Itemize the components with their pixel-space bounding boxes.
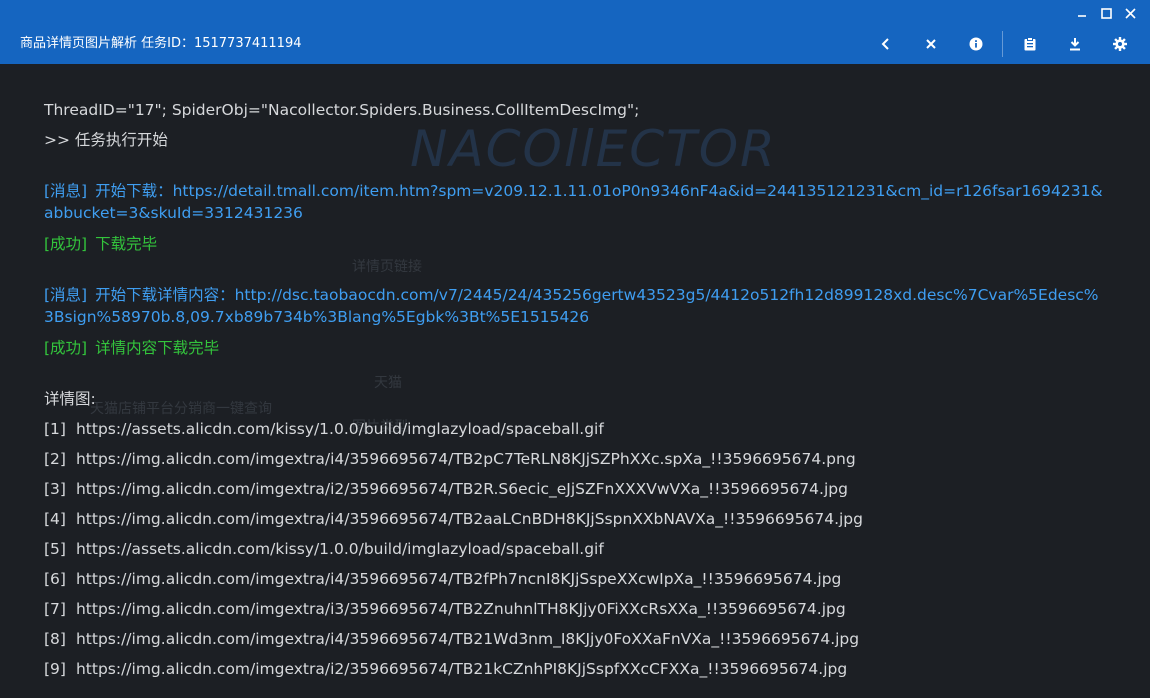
image-list-item[interactable]: [7] https://img.alicdn.com/imgextra/i3/35…	[44, 598, 1106, 620]
clipboard-icon	[1024, 37, 1035, 51]
message-text: 开始下载：https://detail.tmall.com/item.htm?s…	[44, 182, 1103, 222]
image-url[interactable]: https://assets.alicdn.com/kissy/1.0.0/bu…	[76, 420, 604, 438]
image-list-item[interactable]: [3] https://img.alicdn.com/imgextra/i2/35…	[44, 478, 1106, 500]
image-url[interactable]: https://assets.alicdn.com/kissy/1.0.0/bu…	[76, 540, 604, 558]
minimize-icon[interactable]	[1070, 4, 1094, 22]
success-tag: [成功]	[44, 235, 88, 253]
message-tag: [消息]	[44, 286, 88, 304]
image-list-item[interactable]: [8] https://img.alicdn.com/imgextra/i4/35…	[44, 628, 1106, 650]
maximize-icon[interactable]	[1094, 4, 1118, 22]
log-message-download: [消息] 开始下载：https://detail.tmall.com/item.h…	[44, 180, 1106, 224]
image-index: [6]	[44, 570, 66, 588]
image-list-item[interactable]: [2] https://img.alicdn.com/imgextra/i4/35…	[44, 448, 1106, 470]
message-text: 开始下载详情内容：http://dsc.taobaocdn.com/v7/244…	[44, 286, 1099, 326]
window-title: 商品详情页图片解析 任务ID：1517737411194	[20, 36, 302, 51]
image-index: [5]	[44, 540, 66, 558]
image-index: [8]	[44, 630, 66, 648]
task-log: ThreadID="17"; SpiderObj="Nacollector.Sp…	[44, 96, 1106, 680]
toolbar-divider	[1002, 31, 1003, 57]
log-thread-line: ThreadID="17"; SpiderObj="Nacollector.Sp…	[44, 101, 640, 119]
image-url[interactable]: https://img.alicdn.com/imgextra/i2/35966…	[76, 480, 848, 498]
image-url[interactable]: https://img.alicdn.com/imgextra/i4/35966…	[76, 570, 841, 588]
success-tag: [成功]	[44, 339, 88, 357]
download-button[interactable]	[1052, 30, 1097, 58]
download-icon	[1069, 38, 1080, 51]
image-index: [9]	[44, 660, 66, 678]
settings-button[interactable]	[1097, 30, 1142, 58]
info-icon	[969, 37, 982, 51]
image-index: [3]	[44, 480, 66, 498]
success-text: 下载完毕	[95, 235, 158, 253]
image-index: [2]	[44, 450, 66, 468]
success-text: 详情内容下载完毕	[95, 339, 220, 357]
log-start-line: >> 任务执行开始	[44, 131, 168, 149]
image-list-item[interactable]: [5] https://assets.alicdn.com/kissy/1.0.0…	[44, 538, 1106, 560]
message-tag: [消息]	[44, 182, 88, 200]
image-list-item[interactable]: [1] https://assets.alicdn.com/kissy/1.0.0…	[44, 418, 1106, 440]
image-url[interactable]: https://img.alicdn.com/imgextra/i4/35966…	[76, 510, 863, 528]
image-index: [4]	[44, 510, 66, 528]
log-success-download: [成功] 下载完毕	[44, 233, 1106, 255]
back-button[interactable]	[863, 30, 908, 58]
log-success-detail: [成功] 详情内容下载完毕	[44, 337, 1106, 359]
stop-task-button[interactable]	[908, 30, 953, 58]
image-list-item[interactable]: [6] https://img.alicdn.com/imgextra/i4/35…	[44, 568, 1106, 590]
log-message-detail: [消息] 开始下载详情内容：http://dsc.taobaocdn.com/v7…	[44, 284, 1106, 328]
title-bar: 商品详情页图片解析 任务ID：1517737411194	[0, 0, 1150, 64]
detail-images-label: 详情图:	[44, 390, 96, 408]
image-list-item[interactable]: [9] https://img.alicdn.com/imgextra/i2/35…	[44, 658, 1106, 680]
window-controls	[1070, 4, 1142, 22]
window-close-icon[interactable]	[1118, 4, 1142, 22]
image-url[interactable]: https://img.alicdn.com/imgextra/i4/35966…	[76, 630, 859, 648]
toolbar	[863, 30, 1142, 58]
settings-icon	[1112, 37, 1127, 51]
chevron-left-icon	[881, 38, 889, 50]
image-url[interactable]: https://img.alicdn.com/imgextra/i2/35966…	[76, 660, 847, 678]
image-url[interactable]: https://img.alicdn.com/imgextra/i3/35966…	[76, 600, 846, 618]
image-url[interactable]: https://img.alicdn.com/imgextra/i4/35966…	[76, 450, 856, 468]
image-index: [7]	[44, 600, 66, 618]
close-icon	[925, 39, 936, 49]
image-list-item[interactable]: [4] https://img.alicdn.com/imgextra/i4/35…	[44, 508, 1106, 530]
info-button[interactable]	[953, 30, 998, 58]
copy-log-button[interactable]	[1007, 30, 1052, 58]
image-index: [1]	[44, 420, 66, 438]
